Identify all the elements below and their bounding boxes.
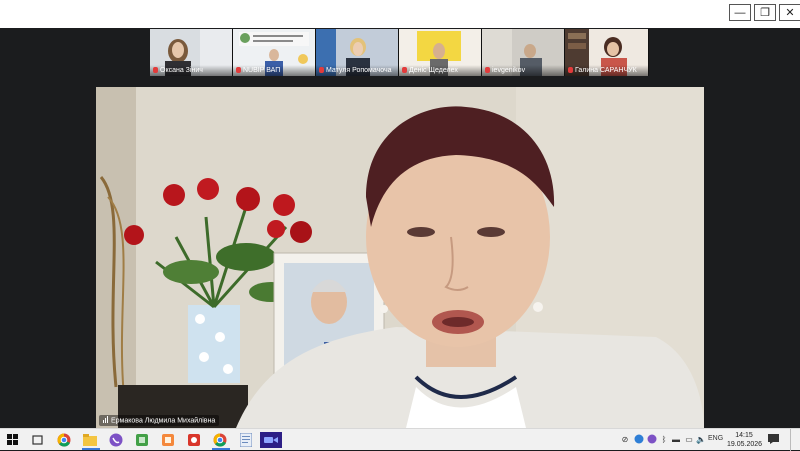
participant-tile[interactable]: Оксана Зінич xyxy=(150,29,233,76)
file-explorer-icon[interactable] xyxy=(82,432,98,448)
clock-time: 14:15 xyxy=(735,432,753,439)
vpn-icon[interactable]: ▬ xyxy=(671,434,681,445)
network-off-icon[interactable]: ⊘ xyxy=(620,434,630,445)
active-speaker-video[interactable]: Ермакова Людмила Михайлівна xyxy=(96,87,704,428)
show-desktop-divider[interactable] xyxy=(790,429,791,451)
language-indicator[interactable]: ENG xyxy=(708,435,723,442)
participant-name: ievgenikov xyxy=(492,67,526,74)
windows-start-icon[interactable] xyxy=(5,432,21,448)
task-view-icon[interactable] xyxy=(30,432,46,448)
speaker-name: Ермакова Людмила Михайлівна xyxy=(111,417,216,425)
signal-bars-icon xyxy=(103,416,109,425)
mic-muted-icon xyxy=(485,67,490,74)
participant-name: Деніс Щеделех xyxy=(409,67,458,74)
bluetooth-icon[interactable]: ᛒ xyxy=(659,434,669,445)
close-button[interactable]: ✕ xyxy=(779,4,800,21)
mic-muted-icon xyxy=(402,67,407,74)
participant-tile[interactable]: Деніс Щеделех xyxy=(399,29,482,76)
participant-tile[interactable]: ievgenikov xyxy=(482,29,565,76)
participant-name: Матуля Ропомачоча xyxy=(326,67,392,74)
speaker-name-tag: Ермакова Людмила Михайлівна xyxy=(99,415,220,426)
speaker-scene xyxy=(96,87,704,428)
restore-button[interactable]: ❐ xyxy=(754,4,776,21)
minimize-button[interactable]: — xyxy=(729,4,751,21)
participant-name: Галина САРАНЧУК xyxy=(575,67,637,74)
notepad-icon[interactable] xyxy=(238,432,254,448)
monitor-icon[interactable]: ▭ xyxy=(684,434,694,445)
viber-icon[interactable] xyxy=(108,432,124,448)
volume-icon[interactable]: 🔈 xyxy=(696,434,706,445)
mic-muted-icon xyxy=(236,67,241,74)
red-app-icon[interactable] xyxy=(186,432,202,448)
minimize-icon: — xyxy=(734,6,746,19)
participant-strip: Оксана Зінич NUBIP ВАП Матуля Ропомачоча xyxy=(150,29,649,76)
viber-tray-icon[interactable] xyxy=(647,434,657,445)
clock-date: 19.05.2026 xyxy=(727,441,763,448)
participant-name: Оксана Зінич xyxy=(160,67,203,74)
window-titlebar: — ❐ ✕ xyxy=(0,0,800,28)
restore-icon: ❐ xyxy=(760,7,770,19)
system-clock[interactable]: 14:15 19.05.2026 xyxy=(727,431,763,449)
participant-name: NUBIP ВАП xyxy=(243,67,281,74)
zoom-app-icon[interactable] xyxy=(260,432,282,448)
participant-tile[interactable]: NUBIP ВАП xyxy=(233,29,316,76)
files-app-icon[interactable] xyxy=(134,432,150,448)
notification-icon[interactable] xyxy=(767,434,779,445)
mic-muted-icon xyxy=(153,67,158,74)
participant-tile[interactable]: Галина САРАНЧУК xyxy=(565,29,649,76)
orange-app-icon[interactable] xyxy=(160,432,176,448)
mic-muted-icon xyxy=(319,67,324,74)
participant-tile[interactable]: Матуля Ропомачоча xyxy=(316,29,399,76)
globe-icon[interactable] xyxy=(634,434,644,445)
taskbar: ⊘ ᛒ ▬ ▭ 🔈 ENG 14:15 19.05.2026 xyxy=(0,428,800,451)
chrome-icon[interactable] xyxy=(56,432,72,448)
close-icon: ✕ xyxy=(785,7,795,19)
chrome-alt-icon[interactable] xyxy=(212,432,228,448)
mic-muted-icon xyxy=(568,67,573,74)
